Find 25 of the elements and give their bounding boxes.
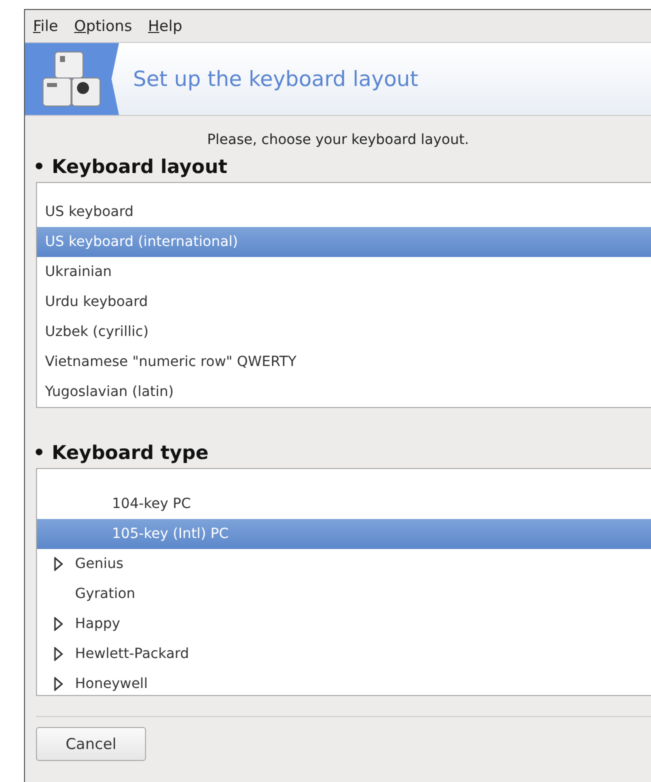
section-heading: • Keyboard layout bbox=[33, 156, 228, 178]
list-item[interactable]: US keyboard bbox=[37, 197, 651, 227]
list-item[interactable]: Uzbek (cyrillic) bbox=[37, 317, 651, 347]
menu-item[interactable]: Options bbox=[74, 17, 132, 35]
section-heading: • Keyboard type bbox=[33, 442, 210, 464]
list-item[interactable]: Happy bbox=[37, 609, 651, 639]
list-item[interactable]: Urdu keyboard bbox=[37, 287, 651, 317]
expander-arrow-icon[interactable] bbox=[53, 677, 63, 691]
expander-arrow-icon[interactable] bbox=[53, 617, 63, 631]
expander-arrow-icon[interactable] bbox=[53, 647, 63, 661]
list-item[interactable]: Gyration bbox=[37, 579, 651, 609]
expander-arrow-icon[interactable] bbox=[53, 557, 63, 571]
menu-item[interactable]: File bbox=[33, 17, 58, 35]
cancel-button[interactable]: Cancel bbox=[36, 727, 146, 761]
list-item[interactable]: Genius bbox=[37, 549, 651, 579]
banner-title: Set up the keyboard layout bbox=[133, 67, 418, 91]
list-item[interactable]: Ukrainian bbox=[37, 257, 651, 287]
keyboard-keys-icon bbox=[41, 50, 103, 108]
list-item[interactable]: Yugoslavian (latin) bbox=[37, 377, 651, 407]
list-item[interactable]: 104-key PC bbox=[37, 489, 651, 519]
prompt-text: Please, choose your keyboard layout. bbox=[206, 132, 470, 148]
list-item[interactable]: Hewlett-Packard bbox=[37, 639, 651, 669]
list-item[interactable]: Vietnamese "numeric row" QWERTY bbox=[37, 347, 651, 377]
menu-item[interactable]: Help bbox=[148, 17, 182, 35]
list-item[interactable]: Honeywell bbox=[37, 669, 651, 695]
